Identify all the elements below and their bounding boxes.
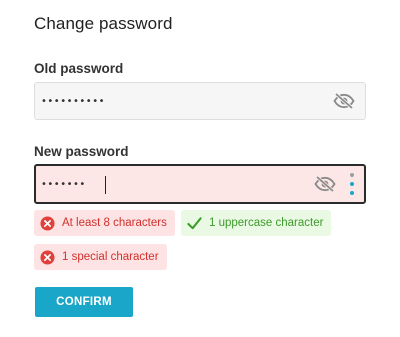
page-title: Change password (34, 14, 173, 33)
requirement-chip-uppercase: 1 uppercase character (181, 210, 332, 236)
requirement-text: 1 special character (62, 251, 159, 263)
requirement-chip-min-length: At least 8 characters (34, 210, 175, 236)
vertical-dots-icon[interactable] (349, 172, 355, 198)
strength-dot (350, 182, 354, 186)
new-password-field[interactable] (34, 164, 366, 204)
eye-slash-icon[interactable] (314, 175, 336, 193)
checkmark-icon (187, 216, 202, 229)
old-password-field[interactable] (34, 82, 366, 120)
strength-dot (350, 191, 354, 195)
requirement-text: At least 8 characters (62, 217, 167, 229)
text-caret (105, 176, 106, 194)
new-password-label: New password (34, 144, 129, 159)
old-password-label: Old password (34, 61, 124, 76)
strength-dot (350, 173, 354, 177)
requirement-chip-special-char: 1 special character (34, 244, 167, 270)
new-password-input[interactable] (41, 166, 281, 202)
eye-slash-icon[interactable] (333, 92, 355, 110)
x-circle-icon (40, 249, 55, 265)
old-password-input[interactable] (41, 83, 281, 119)
x-circle-icon (40, 215, 55, 231)
confirm-button[interactable]: CONFIRM (35, 287, 133, 317)
change-password-form: Change password Old password New passwor… (0, 0, 400, 337)
requirement-text: 1 uppercase character (209, 217, 324, 229)
